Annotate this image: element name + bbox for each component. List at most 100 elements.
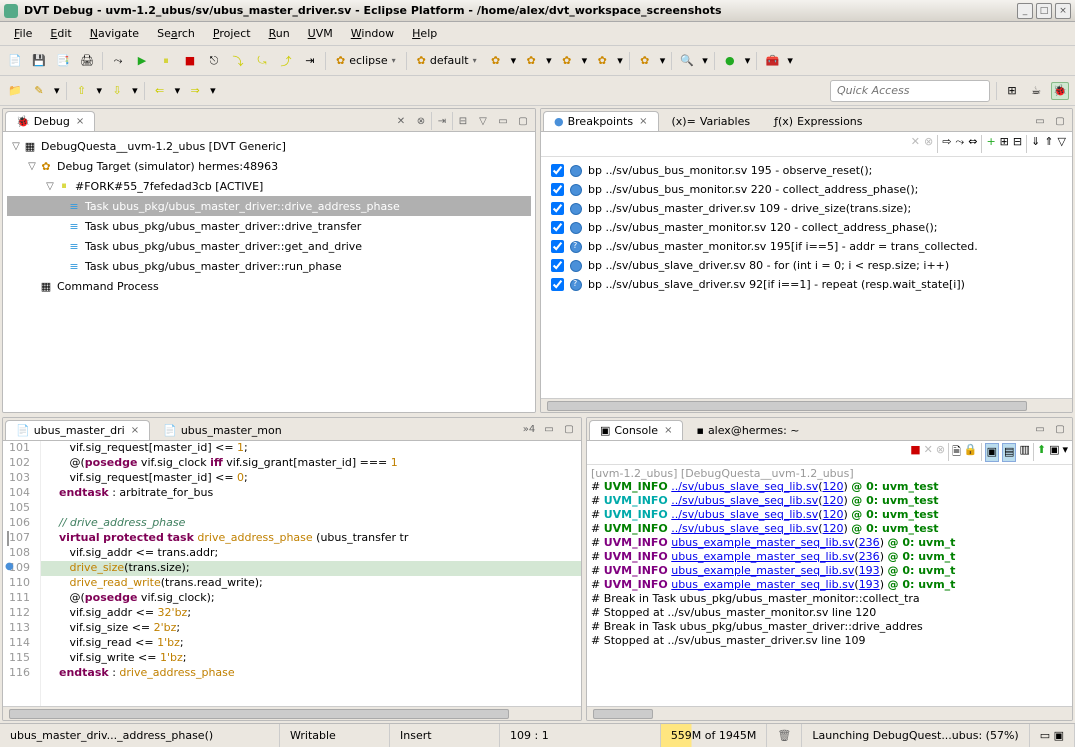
menu-project[interactable]: Project bbox=[205, 24, 259, 43]
remove-bp-icon[interactable]: ✕ bbox=[911, 135, 920, 153]
quick-access-input[interactable] bbox=[830, 80, 990, 102]
breakpoint-checkbox[interactable] bbox=[551, 221, 564, 234]
step-into-icon[interactable]: ⤵ bbox=[229, 52, 247, 70]
menu-help[interactable]: Help bbox=[404, 24, 445, 43]
gc-icon[interactable]: 🗑 bbox=[767, 724, 802, 747]
java-perspective-icon[interactable]: ☕ bbox=[1027, 82, 1045, 100]
tab-breakpoints[interactable]: ● Breakpoints × bbox=[543, 111, 659, 131]
new-console-icon[interactable]: ▣ bbox=[1049, 443, 1059, 462]
maximize-icon[interactable]: ▢ bbox=[1052, 113, 1068, 129]
maximize-button[interactable]: □ bbox=[1036, 3, 1052, 19]
tab-variables[interactable]: (x)=Variables bbox=[661, 111, 762, 131]
drop-to-frame-icon[interactable]: ⇥ bbox=[301, 52, 319, 70]
remove-all-bp-icon[interactable]: ⊗ bbox=[924, 135, 933, 153]
perspective-default[interactable]: ✿default▾ bbox=[413, 54, 481, 67]
menu-search[interactable]: Search bbox=[149, 24, 203, 43]
disconnect-icon[interactable]: ⎋ bbox=[205, 52, 223, 70]
save-icon[interactable]: 💾 bbox=[30, 52, 48, 70]
open-console-icon[interactable]: ⬆ bbox=[1037, 443, 1046, 462]
show-console-icon[interactable]: ▤ bbox=[1002, 443, 1016, 462]
suspend-icon[interactable]: ⏸ bbox=[157, 52, 175, 70]
link-bp-icon[interactable]: ⇔ bbox=[968, 135, 977, 153]
breakpoint-checkbox[interactable] bbox=[551, 259, 564, 272]
terminate-console-icon[interactable]: ■ bbox=[910, 443, 920, 462]
menu-navigate[interactable]: Navigate bbox=[82, 24, 147, 43]
search-icon[interactable]: 🔍 bbox=[678, 52, 696, 70]
breakpoint-checkbox[interactable] bbox=[551, 164, 564, 177]
gear2-icon[interactable]: ✿ bbox=[522, 52, 540, 70]
stack-frame[interactable]: ≡Task ubus_pkg/ubus_master_driver::run_p… bbox=[7, 256, 531, 276]
wand-icon[interactable]: ✎ bbox=[30, 82, 48, 100]
gear3-icon[interactable]: ✿ bbox=[558, 52, 576, 70]
breakpoint-row[interactable]: bp ../sv/ubus_master_monitor.sv 120 - co… bbox=[545, 218, 1068, 237]
debug-tree[interactable]: ▽▦DebugQuesta__uvm-1.2_ubus [DVT Generic… bbox=[3, 132, 535, 412]
breakpoint-checkbox[interactable] bbox=[551, 202, 564, 215]
goto-bp-icon[interactable]: ⇨ bbox=[942, 135, 951, 153]
status-memory[interactable]: 559M of 1945M bbox=[661, 724, 768, 747]
close-icon[interactable]: × bbox=[639, 116, 647, 127]
menu-edit[interactable]: Edit bbox=[42, 24, 79, 43]
breakpoint-row[interactable]: bp ../sv/ubus_slave_driver.sv 92[if i==1… bbox=[545, 275, 1068, 294]
menu-run[interactable]: Run bbox=[261, 24, 298, 43]
minimize-button[interactable]: _ bbox=[1017, 3, 1033, 19]
scroll-lock-icon[interactable]: 🔒 bbox=[964, 443, 978, 462]
breakpoint-row[interactable]: bp ../sv/ubus_bus_monitor.sv 220 - colle… bbox=[545, 180, 1068, 199]
step-over-icon[interactable]: ⤿ bbox=[253, 52, 271, 70]
breakpoint-row[interactable]: bp ../sv/ubus_slave_driver.sv 80 - for (… bbox=[545, 256, 1068, 275]
breakpoints-list[interactable]: bp ../sv/ubus_bus_monitor.sv 195 - obser… bbox=[541, 157, 1072, 398]
editor-overflow-icon[interactable]: »4 bbox=[521, 422, 537, 438]
add-bp-icon[interactable]: + bbox=[986, 135, 995, 153]
minimize-icon[interactable]: ▭ bbox=[1032, 113, 1048, 129]
external-tools-icon[interactable]: 🧰 bbox=[763, 52, 781, 70]
console-output[interactable]: [uvm-1.2_ubus] [DebugQuesta__uvm-1.2_ubu… bbox=[587, 465, 1072, 707]
gear4-icon[interactable]: ✿ bbox=[593, 52, 611, 70]
tab-expressions[interactable]: ƒ(x)Expressions bbox=[763, 111, 873, 131]
collapse-icon[interactable]: ⊟ bbox=[1013, 135, 1022, 153]
menu-file[interactable]: File bbox=[6, 24, 40, 43]
breakpoint-row[interactable]: bp ../sv/ubus_master_driver.sv 109 - dri… bbox=[545, 199, 1068, 218]
display-console-icon[interactable]: ▥ bbox=[1019, 443, 1029, 462]
run-icon[interactable]: ● bbox=[721, 52, 739, 70]
open-perspective-icon[interactable]: ⊞ bbox=[1003, 82, 1021, 100]
remove-all-launch-icon[interactable]: ⊗ bbox=[936, 443, 945, 462]
step-filter-icon[interactable]: ⇥ bbox=[434, 113, 450, 129]
maximize-icon[interactable]: ▢ bbox=[515, 113, 531, 129]
gear1-icon[interactable]: ✿ bbox=[487, 52, 505, 70]
import-bp-icon[interactable]: ⇓ bbox=[1031, 135, 1040, 153]
minimize-icon[interactable]: ▭ bbox=[1032, 422, 1048, 438]
maximize-icon[interactable]: ▢ bbox=[1052, 422, 1068, 438]
code-editor[interactable]: 1011021031041051061071081091101111121131… bbox=[3, 441, 581, 707]
menu-window[interactable]: Window bbox=[343, 24, 402, 43]
breakpoint-row[interactable]: bp ../sv/ubus_master_monitor.sv 195[if i… bbox=[545, 237, 1068, 256]
progress-stop-icon[interactable]: ▭ ▣ bbox=[1030, 724, 1075, 747]
tab-debug[interactable]: 🐞 Debug × bbox=[5, 111, 95, 131]
remove-all-icon[interactable]: ⊗ bbox=[413, 113, 429, 129]
breakpoint-row[interactable]: bp ../sv/ubus_bus_monitor.sv 195 - obser… bbox=[545, 161, 1068, 180]
resume-icon[interactable]: ▶ bbox=[133, 52, 151, 70]
breakpoint-checkbox[interactable] bbox=[551, 183, 564, 196]
next-annotation-icon[interactable]: ⇩ bbox=[108, 82, 126, 100]
forward-icon[interactable]: ⇒ bbox=[186, 82, 204, 100]
step-return-icon[interactable]: ⤴ bbox=[277, 52, 295, 70]
back-icon[interactable]: ⇐ bbox=[151, 82, 169, 100]
tab-editor-active[interactable]: 📄 ubus_master_dri × bbox=[5, 420, 150, 440]
gear5-icon[interactable]: ✿ bbox=[636, 52, 654, 70]
remove-launch-icon[interactable]: ✕ bbox=[924, 443, 933, 462]
skip-breakpoints-icon[interactable]: ⤳ bbox=[109, 52, 127, 70]
new-project-icon[interactable]: 📁 bbox=[6, 82, 24, 100]
expand-icon[interactable]: ⊞ bbox=[1000, 135, 1009, 153]
remove-icon[interactable]: ✕ bbox=[393, 113, 409, 129]
tab-terminal[interactable]: ▪ alex@hermes: ~ bbox=[685, 420, 810, 440]
stack-frame[interactable]: ≡Task ubus_pkg/ubus_master_driver::drive… bbox=[7, 216, 531, 236]
close-icon[interactable]: × bbox=[664, 425, 672, 436]
skip-bp-icon[interactable]: ⤳ bbox=[955, 135, 964, 153]
close-button[interactable]: × bbox=[1055, 3, 1071, 19]
view-menu-icon[interactable]: ▽ bbox=[1058, 135, 1066, 153]
collapse-icon[interactable]: ⊟ bbox=[455, 113, 471, 129]
clear-console-icon[interactable]: 🗎 bbox=[952, 443, 961, 462]
breakpoint-checkbox[interactable] bbox=[551, 278, 564, 291]
print-icon[interactable]: 🖨 bbox=[78, 52, 96, 70]
tab-console[interactable]: ▣ Console × bbox=[589, 420, 683, 440]
stack-frame[interactable]: ≡Task ubus_pkg/ubus_master_driver::get_a… bbox=[7, 236, 531, 256]
close-icon[interactable]: × bbox=[131, 425, 139, 436]
